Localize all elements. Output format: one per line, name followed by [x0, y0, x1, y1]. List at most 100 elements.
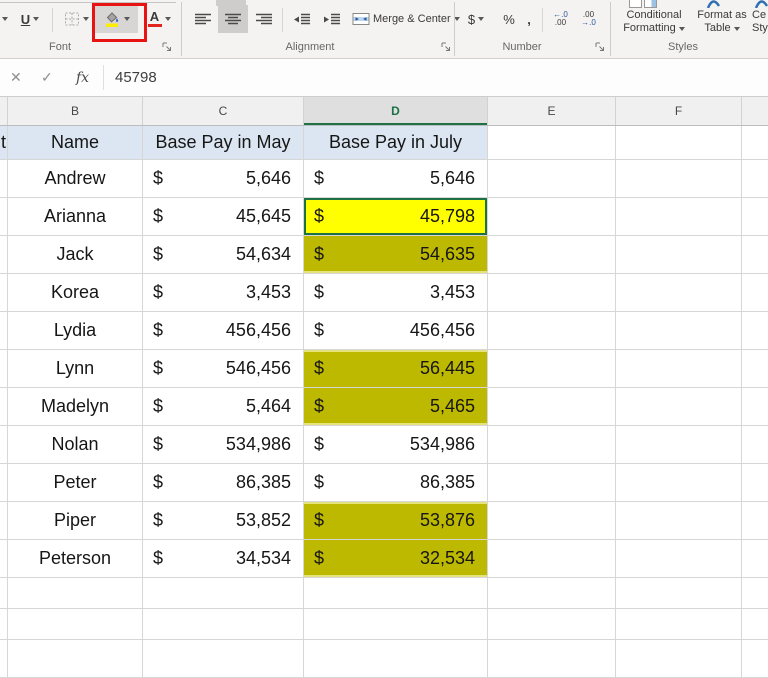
empty-cell[interactable]	[488, 578, 616, 608]
borders-button[interactable]	[58, 5, 94, 33]
empty-cell[interactable]	[742, 578, 768, 608]
cell-may[interactable]: $5,464	[143, 388, 304, 425]
empty-cell[interactable]	[488, 609, 616, 639]
empty-cell[interactable]	[616, 578, 742, 608]
insert-function-button[interactable]: fx	[76, 59, 89, 96]
cell-name[interactable]: Peter	[8, 464, 143, 501]
cell-a[interactable]	[0, 274, 8, 311]
cell-may[interactable]: $34,534	[143, 540, 304, 577]
align-left-button[interactable]	[189, 5, 216, 33]
empty-cell[interactable]	[742, 160, 768, 197]
comma-style-button[interactable]: ,	[522, 5, 536, 33]
empty-cell[interactable]	[8, 609, 143, 639]
empty-cell[interactable]	[616, 198, 742, 235]
empty-cell[interactable]	[742, 464, 768, 501]
empty-cell[interactable]	[616, 540, 742, 577]
cell-may[interactable]: $3,453	[143, 274, 304, 311]
empty-cell[interactable]	[488, 540, 616, 577]
empty-cell[interactable]	[488, 388, 616, 425]
empty-cell[interactable]	[742, 609, 768, 639]
empty-cell[interactable]	[616, 388, 742, 425]
cell-july[interactable]: $53,876	[304, 502, 488, 539]
empty-cell[interactable]	[304, 609, 488, 639]
cell-a[interactable]	[0, 502, 8, 539]
empty-cell[interactable]	[616, 274, 742, 311]
column-header-c[interactable]: C	[143, 97, 304, 125]
cell-july[interactable]: $86,385	[304, 464, 488, 501]
empty-cell[interactable]	[616, 502, 742, 539]
empty-cell[interactable]	[488, 350, 616, 387]
merge-center-button[interactable]: Merge & Center	[352, 5, 460, 33]
empty-cell[interactable]	[616, 236, 742, 273]
empty-cell[interactable]	[8, 578, 143, 608]
empty-cell[interactable]	[616, 126, 742, 159]
empty-cell[interactable]	[742, 502, 768, 539]
cell-a[interactable]	[0, 198, 8, 235]
cell-a[interactable]	[0, 540, 8, 577]
empty-cell[interactable]	[488, 236, 616, 273]
cell-july[interactable]: $5,465	[304, 388, 488, 425]
column-header-d[interactable]: D	[304, 97, 488, 125]
decrease-decimal-button[interactable]: .00 →.0	[576, 5, 601, 33]
align-center-button[interactable]	[218, 5, 248, 33]
cell-a[interactable]	[0, 388, 8, 425]
empty-cell[interactable]	[304, 640, 488, 677]
empty-cell[interactable]	[488, 126, 616, 159]
chevron-down-icon[interactable]	[2, 17, 8, 21]
cell-july[interactable]: $534,986	[304, 426, 488, 463]
dialog-launcher-icon[interactable]	[162, 42, 172, 52]
accounting-format-button[interactable]: $	[461, 5, 491, 33]
align-right-button[interactable]	[250, 5, 277, 33]
column-header-a-partial[interactable]	[0, 97, 8, 125]
cell-a-partial[interactable]: t	[0, 126, 8, 159]
empty-cell[interactable]	[143, 640, 304, 677]
cell-a[interactable]	[0, 312, 8, 349]
empty-cell[interactable]	[616, 312, 742, 349]
font-color-button[interactable]: A	[143, 5, 175, 33]
cell-july[interactable]: $456,456	[304, 312, 488, 349]
cell-may[interactable]: $86,385	[143, 464, 304, 501]
cell-may[interactable]: $45,645	[143, 198, 304, 235]
fill-color-button[interactable]	[95, 5, 138, 33]
empty-cell[interactable]	[742, 540, 768, 577]
cell-name[interactable]: Andrew	[8, 160, 143, 197]
cell-july[interactable]: $32,534	[304, 540, 488, 577]
empty-cell[interactable]	[742, 388, 768, 425]
empty-cell[interactable]	[143, 578, 304, 608]
empty-cell[interactable]	[488, 640, 616, 677]
empty-cell[interactable]	[616, 640, 742, 677]
dialog-launcher-icon[interactable]	[441, 42, 451, 52]
header-name[interactable]: Name	[8, 126, 143, 159]
cell-name[interactable]: Peterson	[8, 540, 143, 577]
empty-cell[interactable]	[616, 426, 742, 463]
format-as-table-button[interactable]: Format as Table	[694, 8, 750, 36]
cell-name[interactable]: Piper	[8, 502, 143, 539]
column-header-g-partial[interactable]	[742, 97, 768, 125]
empty-cell[interactable]	[488, 274, 616, 311]
column-header-e[interactable]: E	[488, 97, 616, 125]
formula-input[interactable]: 45798	[115, 59, 157, 96]
empty-cell[interactable]	[742, 198, 768, 235]
decrease-indent-button[interactable]	[288, 5, 315, 33]
enter-button[interactable]: ✓	[41, 59, 53, 96]
empty-cell[interactable]	[742, 126, 768, 159]
empty-cell[interactable]	[304, 578, 488, 608]
empty-cell[interactable]	[143, 609, 304, 639]
empty-cell[interactable]	[616, 464, 742, 501]
empty-cell[interactable]	[742, 236, 768, 273]
cell-name[interactable]: Arianna	[8, 198, 143, 235]
cancel-button[interactable]: ✕	[10, 59, 22, 96]
column-header-f[interactable]: F	[616, 97, 742, 125]
cell-name[interactable]: Jack	[8, 236, 143, 273]
cell-july[interactable]: $54,635	[304, 236, 488, 273]
cell-name[interactable]: Korea	[8, 274, 143, 311]
cell-may[interactable]: $456,456	[143, 312, 304, 349]
increase-indent-button[interactable]	[318, 5, 345, 33]
column-header-b[interactable]: B	[8, 97, 143, 125]
cell-name[interactable]: Lynn	[8, 350, 143, 387]
header-july[interactable]: Base Pay in July	[304, 126, 488, 159]
empty-cell[interactable]	[0, 640, 8, 677]
empty-cell[interactable]	[488, 464, 616, 501]
cell-a[interactable]	[0, 464, 8, 501]
empty-cell[interactable]	[488, 160, 616, 197]
